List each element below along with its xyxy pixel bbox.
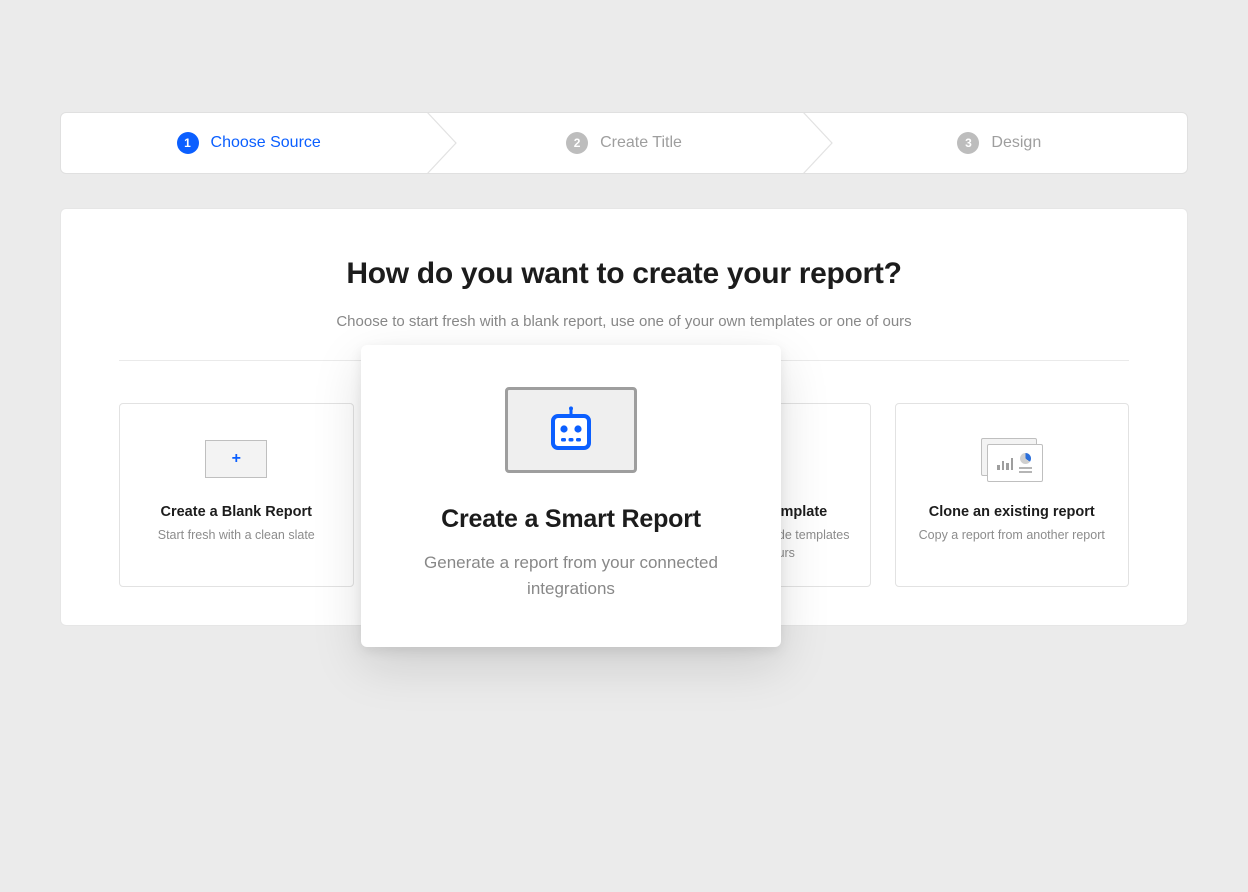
step-label: Design <box>991 134 1041 152</box>
step-number: 1 <box>177 132 199 154</box>
card-title: Create a Blank Report <box>138 504 335 520</box>
page-subtitle: Choose to start fresh with a blank repor… <box>119 313 1129 330</box>
card-smart-report[interactable]: Create a Smart Report Generate a report … <box>361 345 781 647</box>
step-label: Create Title <box>600 134 682 152</box>
card-desc: Start fresh with a clean slate <box>138 526 335 544</box>
step-create-title[interactable]: 2 Create Title <box>436 113 811 173</box>
card-title: Create a Smart Report <box>401 505 741 534</box>
robot-icon <box>505 387 637 473</box>
step-label: Choose Source <box>211 134 321 152</box>
card-blank-report[interactable]: + Create a Blank Report Start fresh with… <box>119 403 354 587</box>
step-number: 2 <box>566 132 588 154</box>
step-number: 3 <box>957 132 979 154</box>
step-design[interactable]: 3 Design <box>812 113 1187 173</box>
clone-icon <box>981 438 1043 480</box>
card-clone-report[interactable]: Clone an existing report Copy a report f… <box>895 403 1130 587</box>
card-desc: Copy a report from another report <box>914 526 1111 544</box>
step-choose-source[interactable]: 1 Choose Source <box>61 113 436 173</box>
page-title: How do you want to create your report? <box>119 257 1129 291</box>
card-title: Clone an existing report <box>914 504 1111 520</box>
wizard-stepper: 1 Choose Source 2 Create Title 3 Design <box>60 112 1188 174</box>
card-desc: Generate a report from your connected in… <box>401 550 741 603</box>
plus-icon: + <box>205 440 267 478</box>
